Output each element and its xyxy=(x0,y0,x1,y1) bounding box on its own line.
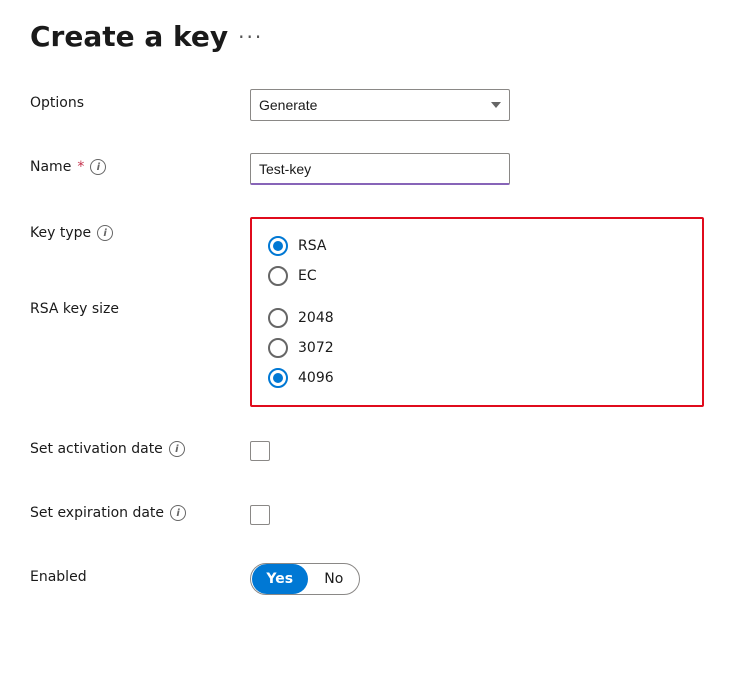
radio-rsa-circle xyxy=(268,236,288,256)
page-title: Create a key xyxy=(30,20,228,53)
radio-rsa[interactable]: RSA xyxy=(268,231,686,261)
key-type-rsa-row: Key type i RSA key size RSA EC xyxy=(30,217,704,407)
expiration-date-checkbox[interactable] xyxy=(250,505,270,525)
key-type-label: Key type i xyxy=(30,217,250,241)
create-key-form: Options Generate Import Restore backup N… xyxy=(30,89,704,599)
name-input[interactable] xyxy=(250,153,510,185)
options-select[interactable]: Generate Import Restore backup xyxy=(250,89,510,121)
activation-date-label: Set activation date i xyxy=(30,435,250,457)
expiration-date-label: Set expiration date i xyxy=(30,499,250,521)
page-header: Create a key ··· xyxy=(30,20,704,53)
enabled-yes-option[interactable]: Yes xyxy=(252,564,308,594)
expiration-checkbox-wrapper xyxy=(250,499,704,525)
name-row: Name * i xyxy=(30,153,704,189)
radio-4096[interactable]: 4096 xyxy=(268,363,686,393)
name-control xyxy=(250,153,704,185)
activation-date-checkbox[interactable] xyxy=(250,441,270,461)
enabled-label: Enabled xyxy=(30,563,250,585)
key-type-rsa-box: RSA EC 2048 3072 xyxy=(250,217,704,407)
radio-2048-circle xyxy=(268,308,288,328)
radio-ec[interactable]: EC xyxy=(268,261,686,291)
key-type-rsa-control: RSA EC 2048 3072 xyxy=(250,217,704,407)
radio-divider xyxy=(268,291,686,303)
name-label: Name * i xyxy=(30,153,250,175)
expiration-date-row: Set expiration date i xyxy=(30,499,704,535)
radio-2048-label: 2048 xyxy=(298,310,334,326)
options-control: Generate Import Restore backup xyxy=(250,89,704,121)
key-type-info-icon[interactable]: i xyxy=(97,225,113,241)
radio-ec-label: EC xyxy=(298,268,317,284)
enabled-control: Yes No xyxy=(250,563,704,595)
radio-4096-circle xyxy=(268,368,288,388)
enabled-row: Enabled Yes No xyxy=(30,563,704,599)
radio-3072[interactable]: 3072 xyxy=(268,333,686,363)
activation-info-icon[interactable]: i xyxy=(169,441,185,457)
expiration-info-icon[interactable]: i xyxy=(170,505,186,521)
rsa-key-size-label: RSA key size xyxy=(30,301,250,317)
activation-date-control xyxy=(250,435,704,461)
expiration-date-control xyxy=(250,499,704,525)
radio-4096-label: 4096 xyxy=(298,370,334,386)
radio-rsa-label: RSA xyxy=(298,238,326,254)
radio-3072-label: 3072 xyxy=(298,340,334,356)
required-indicator: * xyxy=(77,159,84,175)
activation-date-row: Set activation date i xyxy=(30,435,704,471)
radio-3072-circle xyxy=(268,338,288,358)
enabled-no-option[interactable]: No xyxy=(309,564,359,594)
more-options-icon[interactable]: ··· xyxy=(238,25,263,49)
activation-checkbox-wrapper xyxy=(250,435,704,461)
enabled-toggle[interactable]: Yes No xyxy=(250,563,360,595)
radio-2048[interactable]: 2048 xyxy=(268,303,686,333)
options-row: Options Generate Import Restore backup xyxy=(30,89,704,125)
name-info-icon[interactable]: i xyxy=(90,159,106,175)
options-label: Options xyxy=(30,89,250,111)
radio-ec-circle xyxy=(268,266,288,286)
